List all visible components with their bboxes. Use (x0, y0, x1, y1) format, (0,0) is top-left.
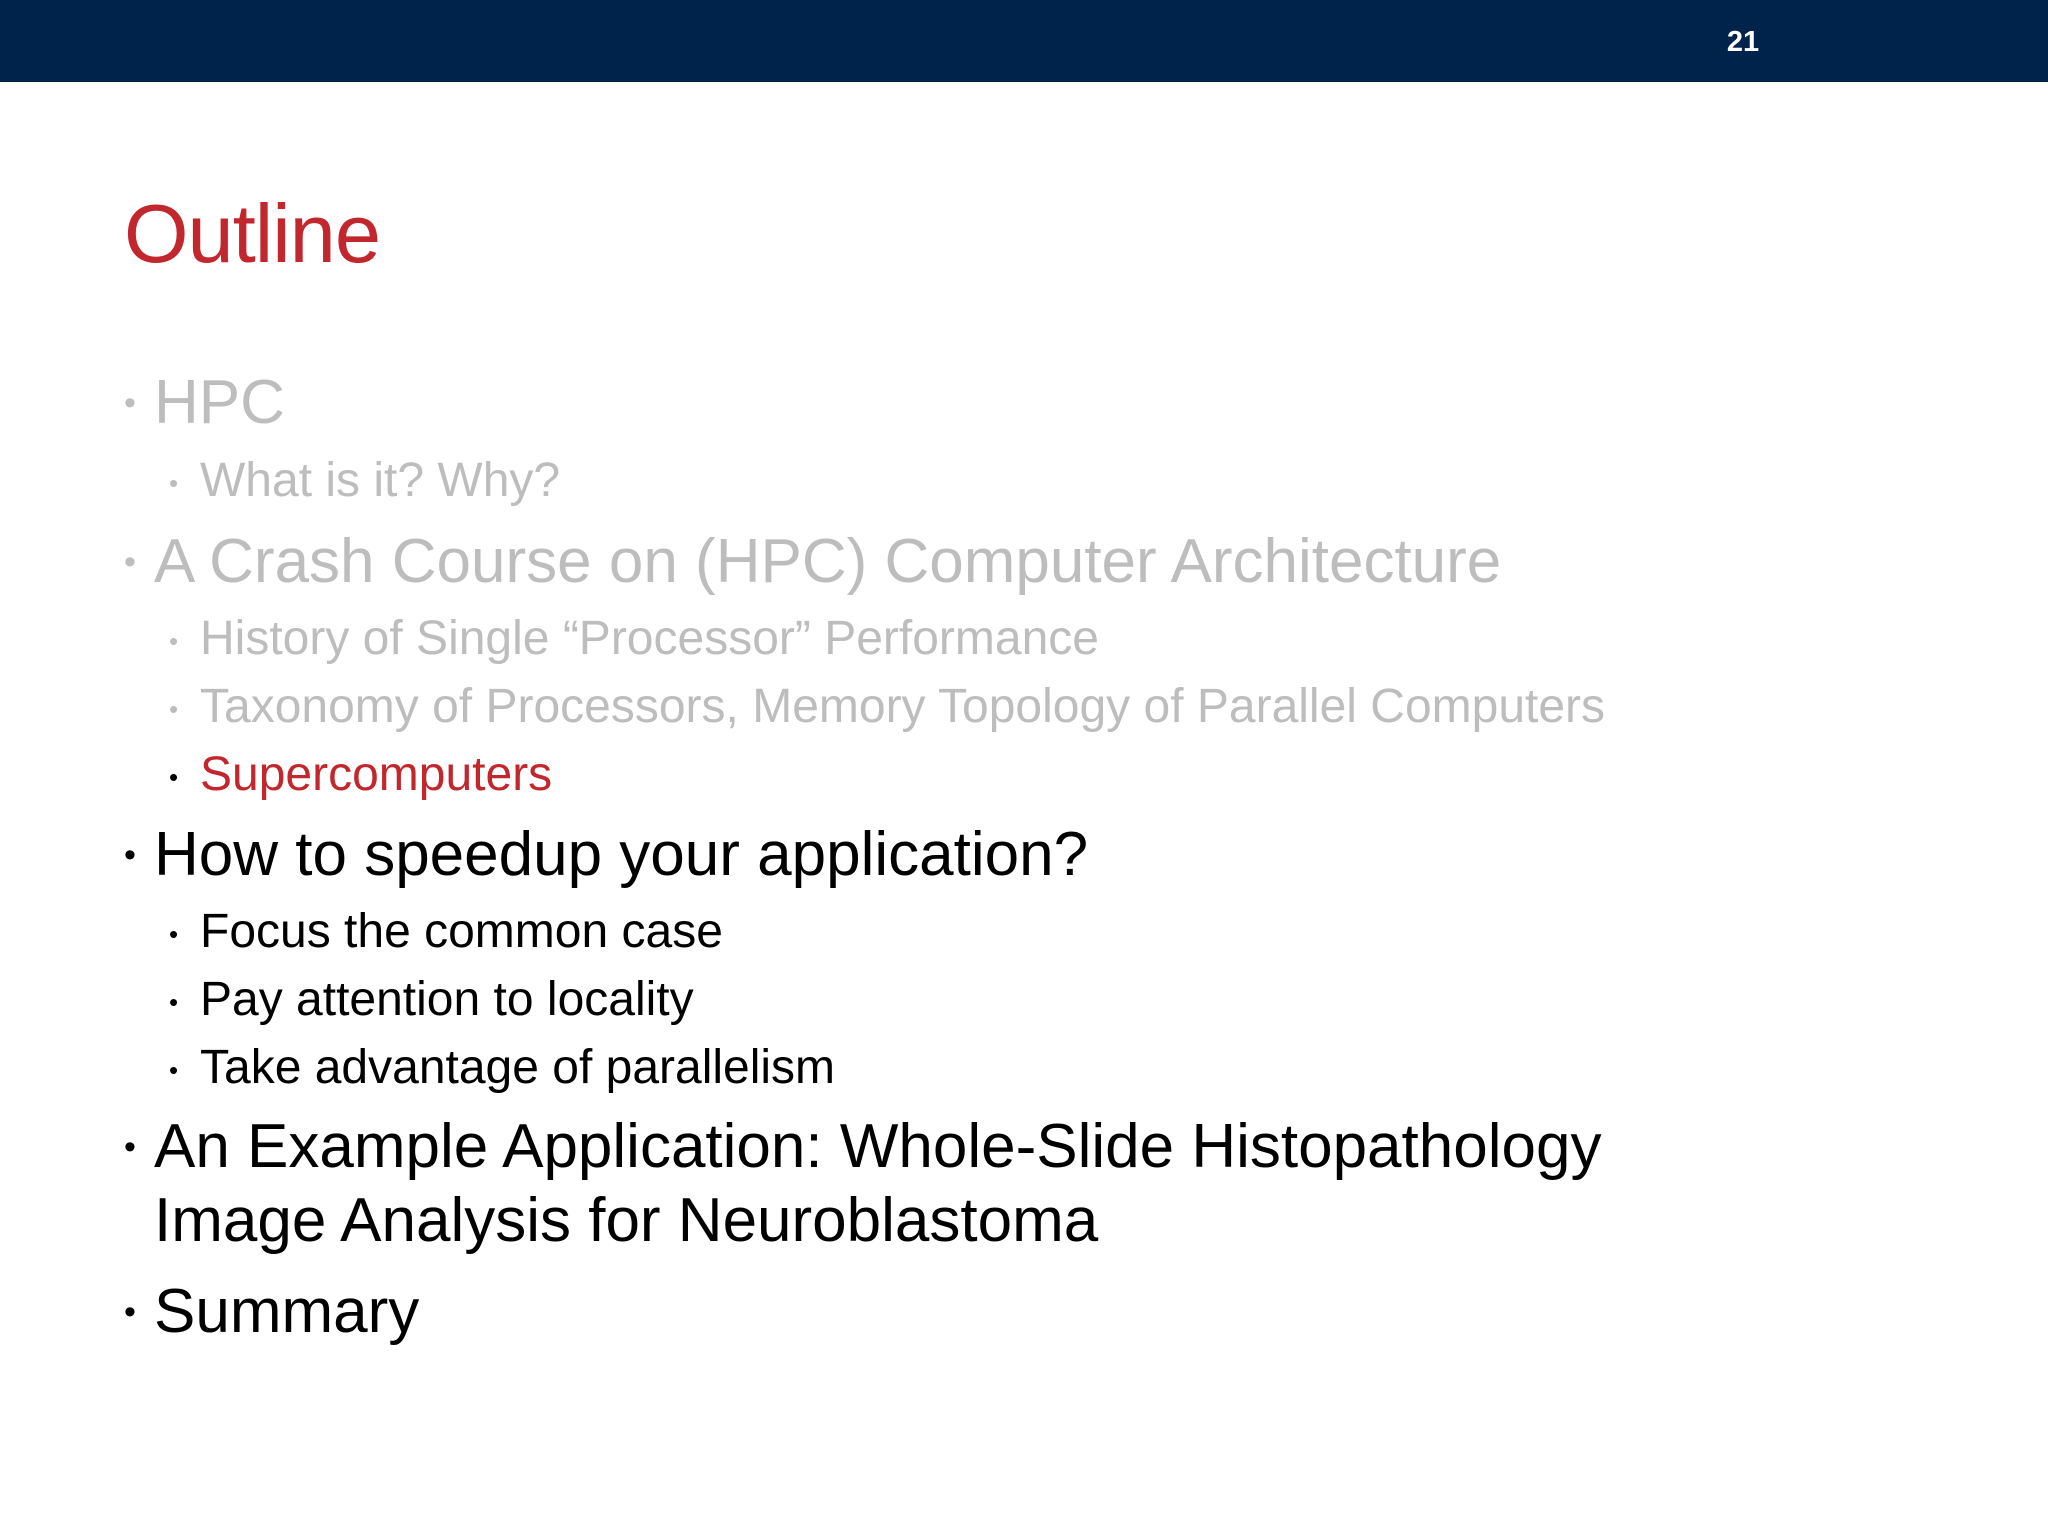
outline-subitem-label: History of Single “Processor” Performanc… (200, 612, 1099, 665)
bullet-icon: • (124, 543, 136, 581)
bullet-icon: • (124, 836, 136, 874)
outline-subitem-label: Take advantage of parallelism (200, 1041, 836, 1094)
outline-item-label: A Crash Course on (HPC) Computer Archite… (154, 527, 1502, 596)
outline-subitem-label: Focus the common case (200, 905, 723, 958)
outline-subitem-label: What is it? Why? (200, 454, 561, 507)
bullet-icon: • (169, 919, 179, 949)
outline-subitem-label: Taxonomy of Processors, Memory Topology … (200, 680, 1606, 733)
bullet-icon: • (169, 694, 179, 724)
outline-item-label-line1: An Example Application: Whole-Slide Hist… (154, 1112, 1602, 1181)
outline-subitem-label: Supercomputers (200, 748, 553, 801)
bullet-icon: • (124, 1128, 136, 1166)
bullet-icon: • (124, 384, 136, 422)
outline-item-label: HPC (154, 368, 285, 437)
bullet-icon: • (169, 987, 179, 1017)
bullet-icon: • (124, 1293, 136, 1331)
bullet-icon: • (169, 626, 179, 656)
outline-subitem-label: Pay attention to locality (200, 973, 694, 1026)
bullet-icon: • (169, 762, 179, 792)
outline-item-label-line2: Image Analysis for Neuroblastoma (154, 1186, 1099, 1255)
outline-list: • HPC • What is it? Why? • A Crash Cours… (0, 0, 2048, 1536)
bullet-icon: • (169, 468, 179, 498)
bullet-icon: • (169, 1055, 179, 1085)
outline-item-label: How to speedup your application? (154, 820, 1089, 889)
outline-item-label: Summary (154, 1277, 420, 1346)
